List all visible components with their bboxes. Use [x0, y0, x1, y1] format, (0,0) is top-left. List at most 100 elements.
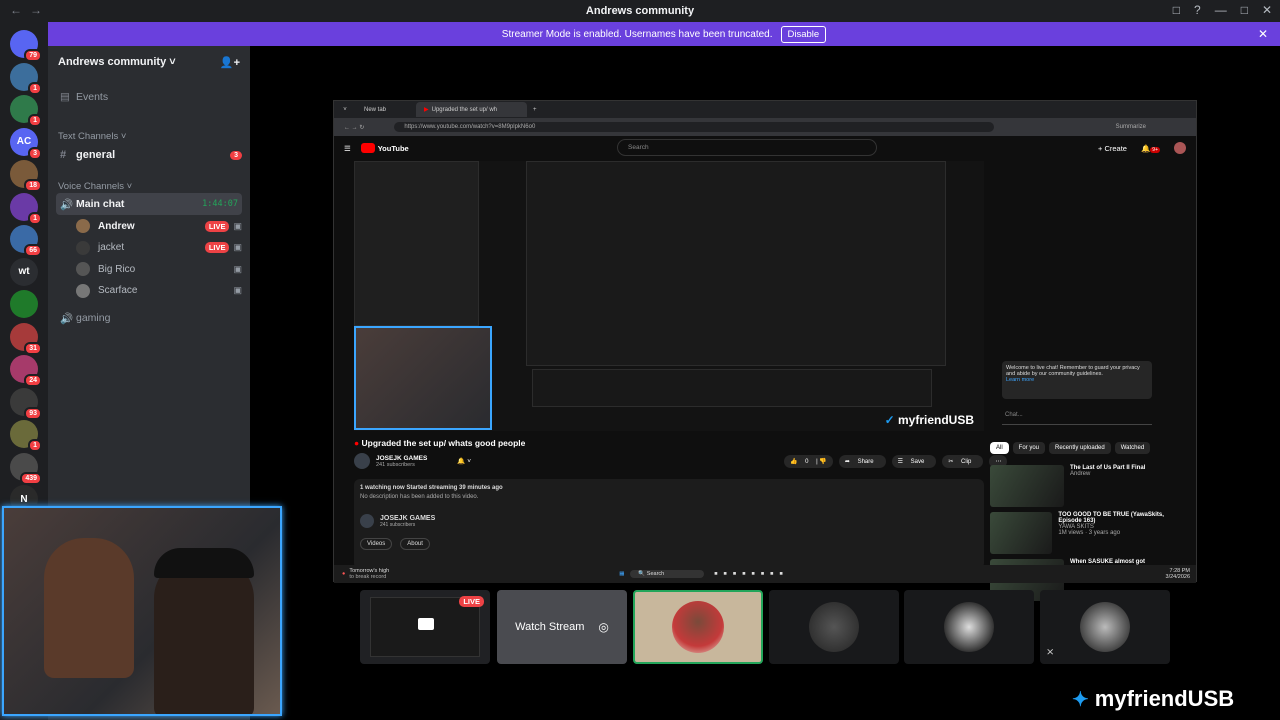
rec-meta: 1M views · 3 years ago [1058, 530, 1121, 536]
server-icon[interactable]: 439 [10, 452, 42, 485]
tile-jacket[interactable] [769, 590, 899, 664]
tab-new[interactable]: New tab [356, 102, 416, 117]
youtube-logo-text: YouTube [377, 143, 409, 153]
videos-button[interactable]: Videos [360, 538, 393, 550]
summarize-button[interactable]: Summarize [1116, 124, 1146, 130]
chip[interactable]: Watched [1114, 442, 1151, 454]
maximize-icon[interactable]: □ [1241, 3, 1248, 17]
server-icon[interactable]: 79 [10, 30, 42, 62]
youtube-logo[interactable]: YouTube [360, 143, 409, 153]
channel-gaming[interactable]: 🔊 gaming [56, 307, 242, 329]
save-label: Save [904, 456, 931, 468]
unread-badge: 3 [230, 150, 242, 160]
server-icon[interactable] [10, 290, 38, 318]
banner-text: Streamer Mode is enabled. Usernames have… [501, 28, 773, 40]
share-button[interactable]: ➦ Share [838, 455, 886, 468]
chip[interactable]: For you [1012, 442, 1046, 454]
channel-main-chat[interactable]: 🔊 Main chat 1:44:07 [56, 193, 242, 215]
server-icon[interactable]: 1 [10, 192, 42, 225]
account-avatar[interactable] [1174, 142, 1186, 154]
save-button[interactable]: ☰ Save [891, 455, 937, 468]
tile-stream-preview[interactable]: LIVE [360, 590, 490, 664]
server-icon[interactable]: 66 [10, 225, 42, 257]
recommendation-chips: All For you Recently uploaded Watched [990, 442, 1151, 454]
tile-big-rico[interactable] [904, 590, 1034, 664]
new-tab-icon[interactable]: + [533, 107, 537, 113]
guild-header[interactable]: Andrews community ˅ 👤+ [48, 46, 250, 78]
server-icon[interactable]: 1 [10, 95, 42, 127]
popout-icon[interactable]: ◎ [598, 620, 608, 634]
disable-button[interactable]: Disable [780, 25, 827, 43]
channel-name-2[interactable]: JOSEJK GAMES [380, 515, 435, 522]
back-icon[interactable]: ← → ↻ [344, 124, 364, 131]
learn-more-link[interactable]: Learn more [1006, 377, 1148, 383]
server-badge: 439 [20, 471, 42, 485]
voice-user[interactable]: Big Rico ▣ [76, 259, 242, 279]
help-icon[interactable]: ? [1194, 3, 1201, 17]
nested-tiles [532, 369, 932, 407]
bell-icon[interactable]: 🔔 ˅ [457, 457, 471, 465]
clip-label: Clip [955, 456, 978, 468]
invite-icon[interactable]: 👤+ [220, 56, 240, 69]
server-badge: 1 [28, 114, 42, 127]
like-count: 0 [799, 456, 815, 468]
about-button[interactable]: About [400, 538, 430, 550]
recommended-video[interactable]: TOO GOOD TO BE TRUE (YawaSkits, Episode … [990, 512, 1180, 556]
recommended-video[interactable]: The Last of Us Part II Final Andrew [990, 465, 1180, 509]
voice-category[interactable]: Voice Channels ˅ [58, 181, 132, 192]
youtube-favicon-icon: ▶ [424, 107, 429, 113]
twitter-icon: ✦ [1072, 688, 1089, 711]
taskbar-apps[interactable]: ■■■■■■■■ [714, 571, 789, 577]
close-icon[interactable]: ✕ [1258, 27, 1268, 41]
chip[interactable]: Recently uploaded [1049, 442, 1111, 454]
video-watermark-text: myfriendUSB [897, 413, 974, 427]
server-icon[interactable]: 31 [10, 322, 42, 355]
server-icon[interactable]: 18 [10, 160, 42, 192]
tab-youtube[interactable]: ▶ Upgraded the set up/ wh [416, 102, 528, 117]
close-window-icon[interactable]: ✕ [1262, 3, 1272, 17]
clip-button[interactable]: ✂ Clip [942, 455, 984, 468]
server-badge: 1 [28, 439, 42, 452]
server-icon[interactable]: 1 [10, 62, 42, 95]
tab-menu-icon[interactable]: ˅ [334, 107, 356, 113]
start-icon[interactable]: ▦ [619, 571, 624, 577]
create-button[interactable]: + Create [1098, 144, 1127, 153]
calendar-icon: ▤ [60, 91, 70, 103]
server-icon[interactable]: 1 [10, 420, 42, 452]
notification-icon[interactable]: 🔔 9+ [1141, 144, 1160, 153]
video-player[interactable]: ✓ myfriendUSB [354, 161, 984, 431]
chat-welcome: Welcome to live chat! Remember to guard … [1002, 361, 1152, 399]
share-label: Share [851, 456, 880, 468]
channel-general[interactable]: # general 3 [56, 144, 242, 166]
watch-stream-label: Watch Stream [515, 621, 585, 633]
text-category[interactable]: Text Channels ˅ [58, 131, 126, 142]
menu-icon[interactable]: ☰ [344, 144, 351, 153]
tile-scarface[interactable]: ⨯ [1040, 590, 1170, 664]
weather-icon[interactable]: ● [342, 571, 345, 577]
server-badge: 93 [24, 406, 42, 420]
voice-user-name: Big Rico [98, 263, 136, 275]
inbox-icon[interactable]: □ [1173, 3, 1180, 17]
server-icon[interactable]: AC 3 [10, 127, 42, 160]
voice-user[interactable]: Andrew LIVE ▣ [76, 216, 242, 236]
live-badge: LIVE [459, 596, 484, 607]
watch-stream-button[interactable]: Watch Stream ◎ [497, 590, 627, 664]
channel-avatar-2[interactable] [360, 514, 374, 528]
voice-user[interactable]: Scarface ▣ [76, 281, 242, 301]
channel-name[interactable]: JOSEJK GAMES [376, 455, 427, 462]
like-button[interactable]: 👍 0 | 👎 [784, 455, 833, 468]
chat-input[interactable]: Chat... [1002, 409, 1152, 425]
server-icon[interactable]: 93 [10, 387, 42, 420]
tile-andrew[interactable] [633, 590, 763, 664]
server-icon[interactable]: 24 [10, 355, 42, 387]
description-box[interactable]: 1 watching now Started streaming 39 minu… [354, 479, 984, 569]
chip[interactable]: All [990, 442, 1009, 454]
url-field[interactable]: https://www.youtube.com/watch?v=8M9plpkN… [394, 122, 995, 132]
events-item[interactable]: ▤ Events [56, 86, 242, 108]
channel-avatar[interactable] [354, 453, 370, 469]
taskbar-search[interactable]: 🔍 Search [630, 570, 705, 578]
voice-user[interactable]: jacket LIVE ▣ [76, 238, 242, 258]
server-icon[interactable]: wt [10, 257, 38, 286]
minimize-icon[interactable]: — [1215, 3, 1227, 17]
youtube-search-input[interactable]: Search [617, 139, 877, 156]
